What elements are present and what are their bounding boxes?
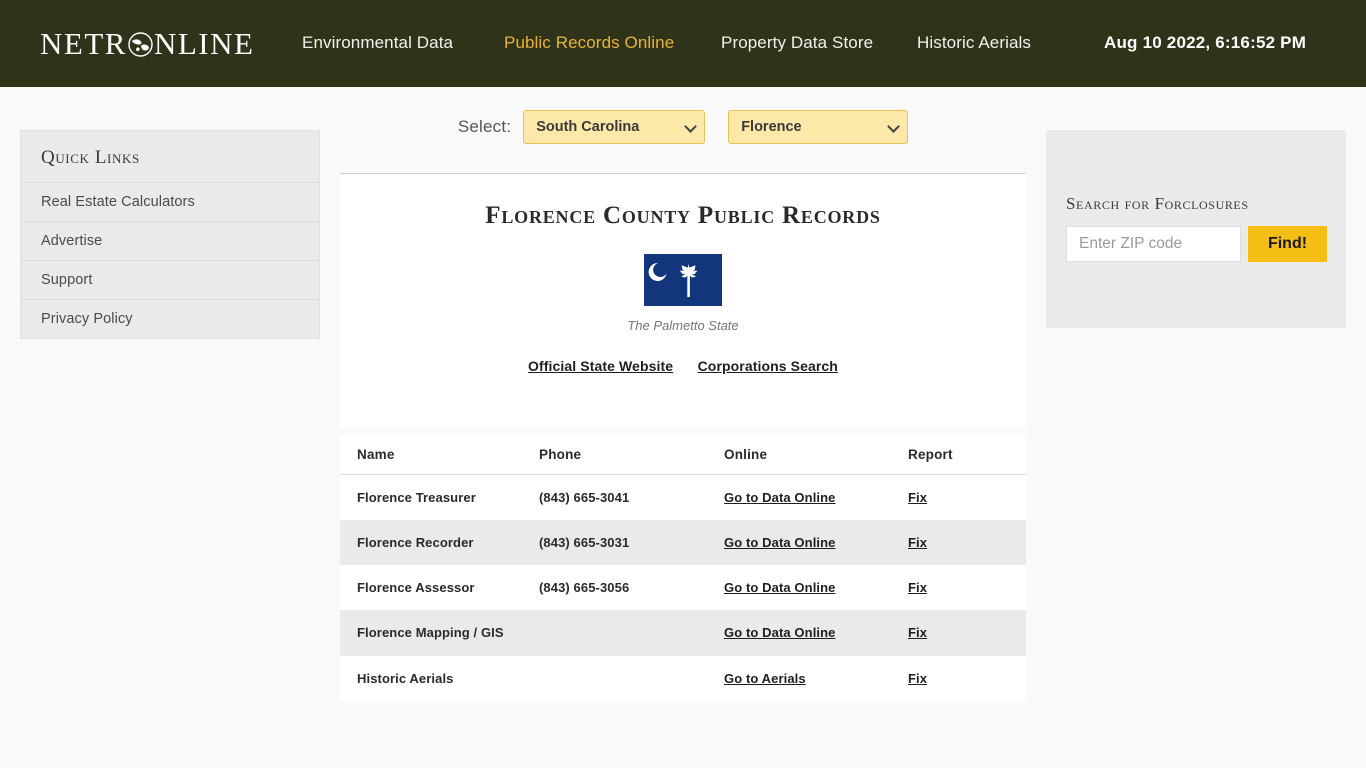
logo-wordmark: NETR NLINE [40,28,254,59]
cell-report: Fix [891,656,1026,701]
cell-name: Florence Assessor [357,580,475,596]
zip-code-input[interactable] [1066,226,1241,262]
cell-phone: (843) 665-3056 [539,580,630,596]
table-row: Historic Aerials Go to Aerials Fix [340,656,1026,701]
fix-link[interactable]: Fix [908,625,927,640]
column-header-online: Online [707,435,891,475]
quick-links-title: Quick Links [41,147,140,168]
page-title: Florence County Public Records [485,202,881,229]
foreclosure-search-title: Search for Forclosures [1066,194,1249,213]
cell-online: Go to Data Online [707,610,891,656]
location-selector-row: Select: South Carolina Florence [340,110,1026,144]
main-content-card: Florence County Public Records The Palme… [340,173,1026,427]
cell-phone: (843) 665-3031 [522,520,707,566]
sidebar-item-privacy-policy[interactable]: Privacy Policy [21,299,319,338]
sidebar-item-real-estate-calculators[interactable]: Real Estate Calculators [21,182,319,221]
cell-phone [522,610,707,656]
logo-text-before: NETR [40,25,127,61]
cell-online: Go to Aerials [707,656,891,701]
select-label: Select: [457,117,512,136]
go-to-aerials-link[interactable]: Go to Aerials [724,671,806,686]
quick-links-sidebar: Quick Links Real Estate Calculators Adve… [20,130,320,339]
south-carolina-state-flag [644,254,722,306]
state-select-wrapper: South Carolina [523,110,706,144]
cell-name: Florence Mapping / GIS [340,610,522,656]
go-to-data-online-link[interactable]: Go to Data Online [724,625,835,640]
cell-online: Go to Data Online [707,565,891,610]
cell-name: Florence Treasurer [357,490,476,505]
table-row: Florence Treasurer (843) 665-3041 Go to … [340,475,1026,521]
cell-name: Historic Aerials [357,670,454,686]
top-navigation-bar: NETR NLINE Environmental Data Public Reco… [0,0,1366,87]
corporations-search-link[interactable]: Corporations Search [698,358,838,374]
fix-link[interactable]: Fix [908,490,927,505]
nav-item-public-records-online[interactable]: Public Records Online [504,33,674,53]
flag-caption: The Palmetto State [627,318,739,333]
cell-report: Fix [891,520,1026,566]
go-to-data-online-link[interactable]: Go to Data Online [724,580,835,595]
current-datetime: Aug 10 2022, 6:16:52 PM [1104,33,1307,52]
nav-item-property-data-store[interactable]: Property Data Store [721,33,873,53]
county-select-wrapper: Florence [728,110,909,144]
cell-report: Fix [891,610,1026,656]
table-row: Florence Recorder (843) 665-3031 Go to D… [340,520,1026,566]
sidebar-item-advertise[interactable]: Advertise [21,221,319,260]
cell-online: Go to Data Online [707,475,891,521]
column-header-report: Report [891,435,1026,475]
cell-report: Fix [891,565,1026,610]
go-to-data-online-link[interactable]: Go to Data Online [724,490,835,505]
cell-name: Florence Recorder [340,520,522,566]
cell-phone [522,656,707,701]
cell-phone: (843) 665-3041 [539,490,630,505]
foreclosure-search-panel: Search for Forclosures Find! [1046,130,1346,328]
state-links-row: Official State Website Corporations Sear… [340,358,1026,376]
state-flag-block: The Palmetto State [340,254,1026,333]
nav-item-historic-aerials[interactable]: Historic Aerials [917,33,1031,53]
find-button[interactable]: Find! [1248,226,1327,262]
table-row: Florence Assessor (843) 665-3056 Go to D… [340,565,1026,610]
column-header-name: Name [340,435,522,475]
table-row: Florence Mapping / GIS Go to Data Online… [340,610,1026,656]
public-records-table: Name Phone Online Report Florence Treasu… [340,435,1026,701]
table-header-row: Name Phone Online Report [340,435,1026,475]
fix-link[interactable]: Fix [908,671,927,686]
fix-link[interactable]: Fix [908,580,927,595]
cell-report: Fix [891,475,1026,521]
nav-item-environmental-data[interactable]: Environmental Data [302,33,453,53]
site-logo[interactable]: NETR NLINE [40,23,254,63]
cell-online: Go to Data Online [707,520,891,566]
county-select[interactable]: Florence [728,110,909,144]
state-select[interactable]: South Carolina [523,110,706,144]
go-to-data-online-link[interactable]: Go to Data Online [724,535,835,550]
globe-icon [128,31,153,57]
official-state-website-link[interactable]: Official State Website [528,358,673,374]
logo-text-after: NLINE [153,25,255,61]
column-header-phone: Phone [522,435,707,475]
sidebar-item-support[interactable]: Support [21,260,319,299]
fix-link[interactable]: Fix [908,535,927,550]
